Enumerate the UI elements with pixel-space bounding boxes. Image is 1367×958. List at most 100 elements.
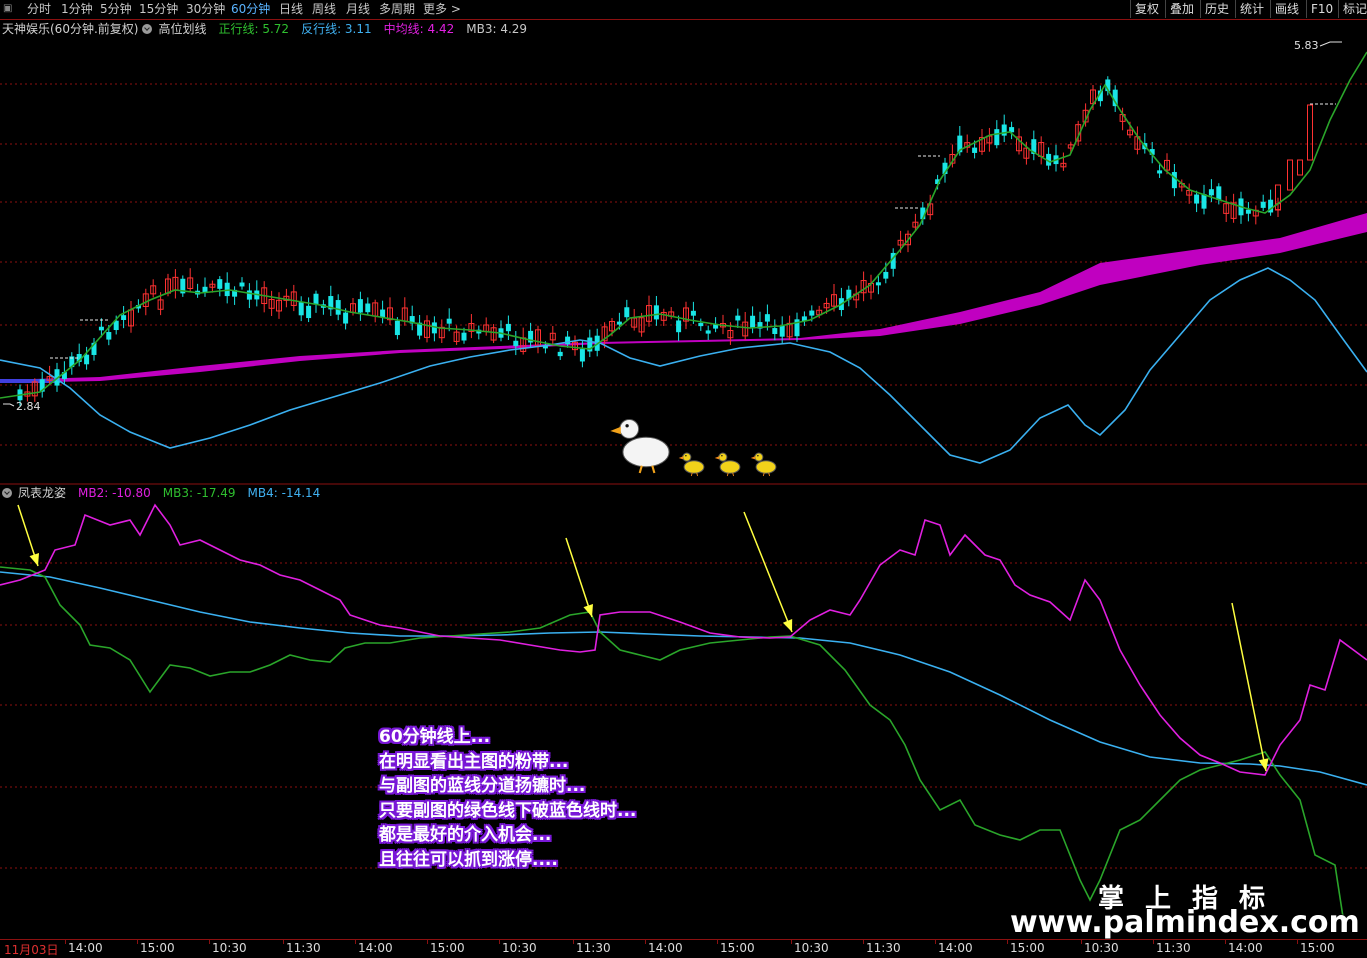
time-tick <box>863 940 864 944</box>
candle-body-down <box>705 330 711 334</box>
duckling-eye <box>721 455 723 457</box>
mother-duck-beak <box>610 426 621 435</box>
time-label: 11:30 <box>866 941 901 955</box>
time-label: 15:00 <box>720 941 755 955</box>
time-tick <box>573 940 574 944</box>
note-line: 都是最好的介入机会... <box>379 825 552 845</box>
candle-body-down <box>764 314 770 322</box>
candle-body-down <box>1157 170 1163 174</box>
candle-body-down <box>461 332 467 341</box>
time-tick <box>65 940 66 944</box>
candle-body-down <box>779 325 785 337</box>
low-price-pointer <box>3 403 15 407</box>
candle-body-down <box>505 323 511 332</box>
candle-body-up <box>1297 159 1303 176</box>
duckling-eye <box>685 455 687 457</box>
candle-body-down <box>735 315 741 321</box>
candle-body-down <box>653 305 659 320</box>
mb4-line <box>0 571 1367 786</box>
signal-arrowhead <box>782 619 793 632</box>
note-line: 且往往可以抓到涨停.... <box>379 849 558 870</box>
candle-body-down <box>106 332 112 340</box>
candle-body-down <box>994 129 1000 146</box>
time-label: 15:00 <box>140 941 175 955</box>
duckling-head <box>718 452 728 462</box>
candle-body-down <box>883 271 889 279</box>
candle-body-down <box>246 290 252 300</box>
candle-body-down <box>446 318 452 324</box>
candle-body-down <box>1208 189 1214 196</box>
duckling-body <box>719 460 741 474</box>
candle-body-down <box>1216 186 1222 200</box>
low-price-label: 2.84 <box>16 400 41 413</box>
mother-duck-eye <box>625 424 629 428</box>
mother-duck-head <box>619 418 640 439</box>
candle-body-down <box>239 282 245 287</box>
forward-line <box>0 51 1367 399</box>
time-label: 11:30 <box>1156 941 1191 955</box>
candle-body-down <box>772 328 778 334</box>
duckling-eye <box>757 455 759 457</box>
time-axis: 11月03日 14:00 15:00 10:30 11:30 14:00 15:00 10:3… <box>0 939 1367 958</box>
time-tick <box>283 940 284 944</box>
candle-body-down <box>357 299 363 313</box>
candle-body-down <box>1260 201 1266 208</box>
duckling-body <box>683 460 705 474</box>
mb2-line <box>0 503 1367 776</box>
time-label: 11月03日 <box>4 943 59 957</box>
time-label: 14:00 <box>1228 941 1263 955</box>
time-label: 14:00 <box>648 941 683 955</box>
candle-body-down <box>875 282 881 286</box>
chart-canvas[interactable]: 5.83 2.84 <box>0 0 1367 957</box>
time-tick <box>137 940 138 944</box>
candle-body-down <box>365 303 371 313</box>
duckling-head <box>682 452 692 462</box>
high-price-label: 5.83 <box>1294 39 1319 52</box>
candle-body-down <box>690 310 696 316</box>
time-label: 15:00 <box>1010 941 1045 955</box>
candle-body-down <box>972 147 978 153</box>
duck-illustration <box>610 418 777 477</box>
watermark-url: www.palmindex.com <box>1010 905 1360 940</box>
signal-arrowhead <box>583 604 593 617</box>
time-tick <box>209 940 210 944</box>
time-label: 10:30 <box>794 941 829 955</box>
time-label: 15:00 <box>430 941 465 955</box>
time-label: 10:30 <box>502 941 537 955</box>
signal-arrow-shaft <box>1231 602 1267 772</box>
candle-body-down <box>343 312 349 324</box>
candle-body-down <box>121 315 127 320</box>
time-tick <box>1007 940 1008 944</box>
note-line: 在明显看出主图的粉带... <box>379 751 569 772</box>
time-label: 14:00 <box>938 941 973 955</box>
mb3-line <box>0 566 1346 931</box>
candle-body-down <box>513 340 519 347</box>
candle-body-up <box>1307 104 1313 161</box>
time-tick <box>791 940 792 944</box>
candle-body-down <box>698 323 704 327</box>
note-line: 60分钟线上... <box>379 727 491 747</box>
duckling-head <box>754 452 764 462</box>
candle-body-down <box>616 321 622 325</box>
pink-band <box>0 213 1367 383</box>
mother-duck-leg <box>651 465 656 474</box>
candle-body-down <box>1245 209 1251 214</box>
candle-body-down <box>624 307 630 318</box>
time-tick <box>499 940 500 944</box>
time-label: 10:30 <box>1084 941 1119 955</box>
candle-body-down <box>217 279 223 289</box>
candle-body-down <box>750 315 756 329</box>
candle-body-down <box>579 349 585 362</box>
candle-body-down <box>809 310 815 316</box>
candle-body-up <box>1287 159 1293 191</box>
candle-body-down <box>1171 172 1177 189</box>
duckling-body <box>755 460 777 474</box>
time-label: 15:00 <box>1300 941 1335 955</box>
time-tick <box>355 940 356 944</box>
pink-band-shape <box>0 213 1367 383</box>
time-label: 11:30 <box>286 941 321 955</box>
time-tick <box>1081 940 1082 944</box>
high-price-pointer <box>1319 41 1342 47</box>
time-label: 10:30 <box>212 941 247 955</box>
time-tick <box>1225 940 1226 944</box>
